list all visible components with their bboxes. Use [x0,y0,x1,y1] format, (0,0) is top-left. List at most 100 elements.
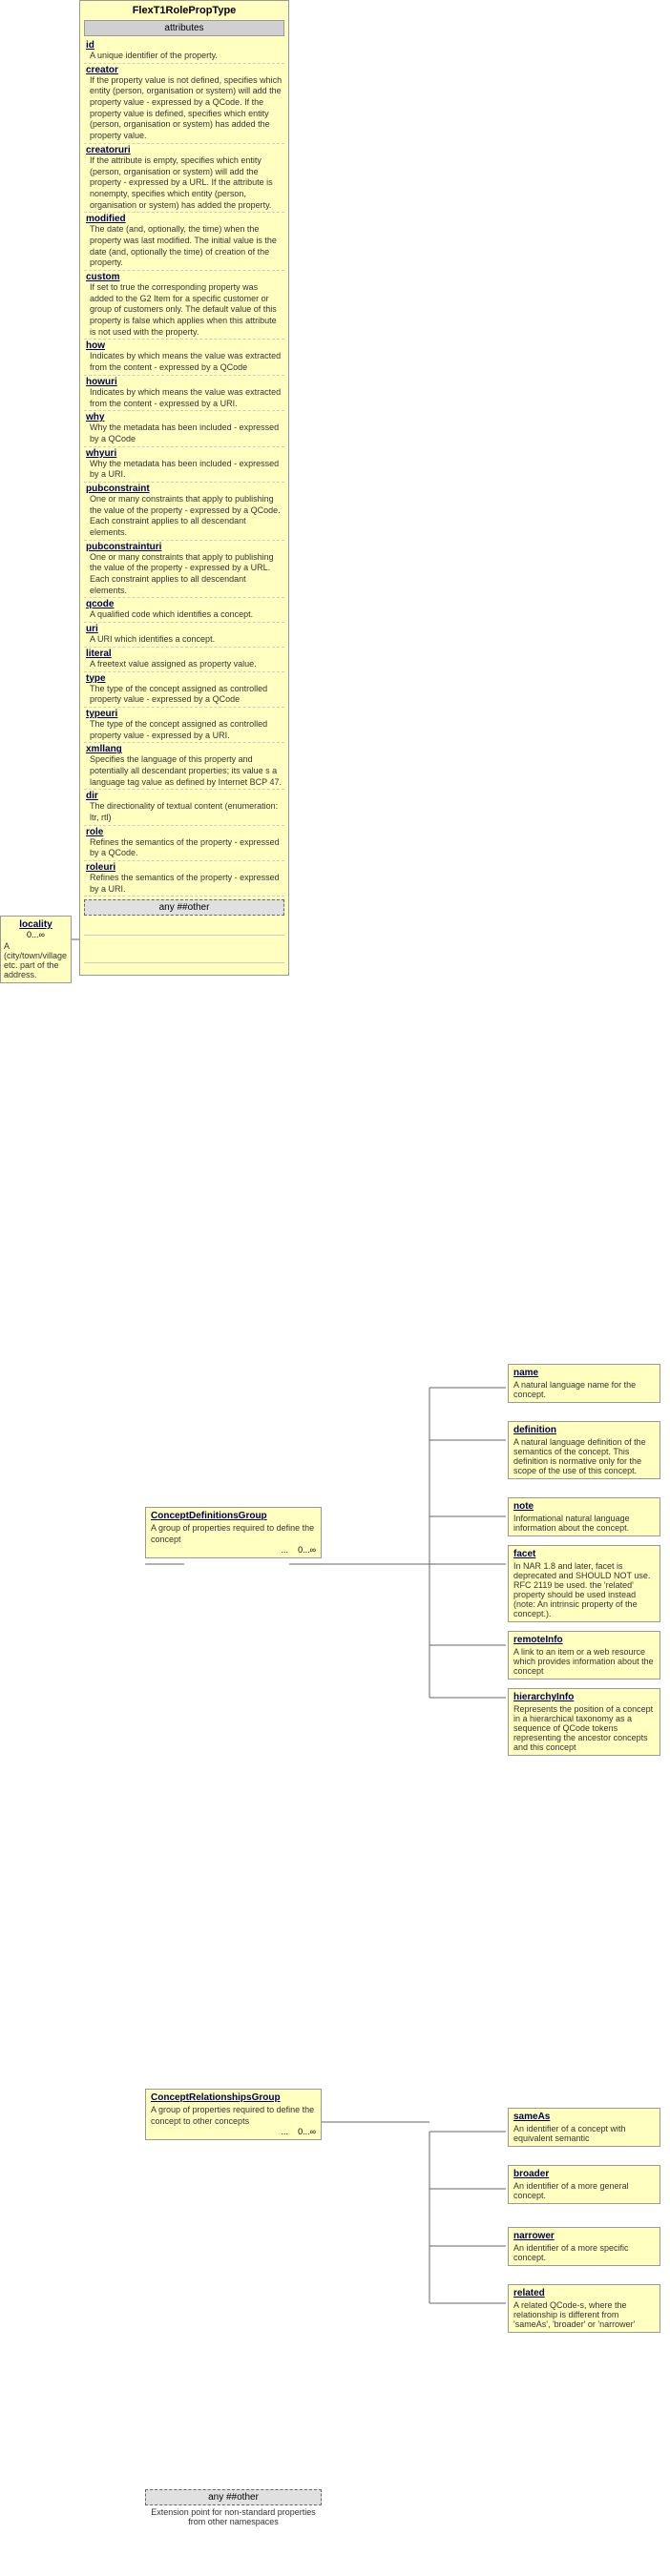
attr-literal-name: literal [86,649,112,659]
attr-dir: dir The directionality of textual conten… [84,790,284,825]
attr-modified: modified The date (and, optionally, the … [84,213,284,271]
concept-rel-group-box: ConceptRelationshipsGroup A group of pro… [145,2089,322,2140]
attr-why: why Why the metadata has been included -… [84,411,284,446]
sameas-box: sameAs An identifier of a concept with e… [508,2108,660,2147]
attr-id: id A unique identifier of the property. [84,39,284,64]
definition-desc: A natural language definition of the sem… [513,1437,655,1475]
attr-how-desc: Indicates by which means the value was e… [90,351,283,373]
attr-roleuri-desc: Refines the semantics of the property - … [90,873,283,895]
attr-modified-name: modified [86,214,126,224]
attr-pubconstrainturi-name: pubconstrainturi [86,542,161,552]
attr-howuri-desc: Indicates by which means the value was e… [90,387,283,409]
main-type-title: FlexT1RolePropType [84,5,284,16]
facet-desc: In NAR 1.8 and later, facet is deprecate… [513,1561,655,1618]
attr-roleuri-name: roleuri [86,862,115,873]
locality-desc: A (city/town/village etc. part of the ad… [4,941,68,979]
hierarchyinfo-box: hierarchyInfo Represents the position of… [508,1688,660,1756]
definition-box: definition A natural language definition… [508,1421,660,1479]
note-box: note Informational natural language info… [508,1497,660,1536]
attr-uri-name: uri [86,624,98,634]
attr-pubconstrainturi-desc: One or many constraints that apply to pu… [90,552,283,597]
attr-roleuri: roleuri Refines the semantics of the pro… [84,861,284,896]
attr-pubconstrainturi: pubconstrainturi One or many constraints… [84,541,284,599]
remoteinfo-title: remoteInfo [513,1635,655,1645]
any-other-bottom-label: any ##other [145,2489,322,2505]
concept-def-occ: ... 0...∞ [151,1545,316,1555]
attr-modified-desc: The date (and, optionally, the time) whe… [90,224,283,269]
attr-dir-desc: The directionality of textual content (e… [90,801,283,823]
sameas-title: sameAs [513,2112,655,2122]
attr-creator-name: creator [86,65,118,75]
locality-title: locality [4,919,68,930]
attr-qcode-name: qcode [86,599,114,609]
attributes-list: id A unique identifier of the property. … [84,39,284,896]
attr-type: type The type of the concept assigned as… [84,672,284,708]
attr-how-name: how [86,340,105,351]
attr-type-desc: The type of the concept assigned as cont… [90,684,283,706]
attr-uri: uri A URI which identifies a concept. [84,623,284,648]
any-other-bottom-desc: Extension point for non-standard propert… [145,2507,322,2526]
attr-custom-name: custom [86,272,120,282]
attr-whyuri-desc: Why the metadata has been included - exp… [90,459,283,481]
narrower-desc: An identifier of a more specific concept… [513,2243,655,2262]
attr-creatoruri: creatoruri If the attribute is empty, sp… [84,144,284,213]
attr-xmllang-desc: Specifies the language of this property … [90,754,283,788]
attr-pubconstraint-desc: One or many constraints that apply to pu… [90,494,283,539]
attr-how: how Indicates by which means the value w… [84,340,284,375]
remoteinfo-box: remoteInfo A link to an item or a web re… [508,1631,660,1680]
narrower-box: narrower An identifier of a more specifi… [508,2227,660,2266]
remoteinfo-desc: A link to an item or a web resource whic… [513,1647,655,1676]
concept-rel-occ: ... 0...∞ [151,2127,316,2136]
attr-whyuri: whyuri Why the metadata has been include… [84,447,284,483]
attr-type-name: type [86,673,106,684]
attr-role: role Refines the semantics of the proper… [84,826,284,861]
attributes-header[interactable]: attributes [84,20,284,36]
attr-dir-name: dir [86,791,98,801]
attr-qcode-desc: A qualified code which identifies a conc… [90,609,283,621]
related-desc: A related QCode-s, where the relationshi… [513,2300,655,2329]
concept-def-title: ConceptDefinitionsGroup [151,1511,316,1521]
attr-pubconstraint-name: pubconstraint [86,484,150,494]
facet-title: facet [513,1549,655,1559]
attr-why-name: why [86,412,104,422]
name-title: name [513,1368,655,1378]
attr-xmllang-name: xmllang [86,744,122,754]
attr-custom-desc: If set to true the corresponding propert… [90,282,283,338]
locality-box: locality 0...∞ A (city/town/village etc.… [0,916,72,983]
note-title: note [513,1501,655,1512]
concept-rel-title: ConceptRelationshipsGroup [151,2092,316,2103]
attr-qcode: qcode A qualified code which identifies … [84,598,284,623]
facet-box: facet In NAR 1.8 and later, facet is dep… [508,1545,660,1622]
broader-box: broader An identifier of a more general … [508,2165,660,2204]
sameas-desc: An identifier of a concept with equivale… [513,2124,655,2143]
attr-whyuri-name: whyuri [86,448,116,459]
attr-id-desc: A unique identifier of the property. [90,51,283,62]
attr-typeuri: typeuri The type of the concept assigned… [84,708,284,743]
narrower-title: narrower [513,2231,655,2241]
broader-desc: An identifier of a more general concept. [513,2181,655,2200]
attr-literal: literal A freetext value assigned as pro… [84,648,284,672]
concept-rel-desc: A group of properties required to define… [151,2105,316,2127]
locality-occurrence: 0...∞ [4,930,68,939]
related-box: related A related QCode-s, where the rel… [508,2284,660,2333]
attr-howuri: howuri Indicates by which means the valu… [84,376,284,411]
attr-creatoruri-desc: If the attribute is empty, specifies whi… [90,155,283,211]
hierarchyinfo-desc: Represents the position of a concept in … [513,1704,655,1752]
concept-def-group-box: ConceptDefinitionsGroup A group of prope… [145,1507,322,1558]
attr-pubconstraint: pubconstraint One or many constraints th… [84,483,284,541]
attr-creatoruri-name: creatoruri [86,145,131,155]
hierarchyinfo-title: hierarchyInfo [513,1692,655,1702]
broader-title: broader [513,2169,655,2179]
attr-typeuri-name: typeuri [86,709,117,719]
attr-typeuri-desc: The type of the concept assigned as cont… [90,719,283,741]
attr-why-desc: Why the metadata has been included - exp… [90,422,283,444]
any-other-label: any ##other [84,899,284,916]
attr-uri-desc: A URI which identifies a concept. [90,634,283,646]
diagram-container: FlexT1RolePropType attributes id A uniqu… [0,0,670,2576]
attr-role-name: role [86,827,103,837]
attr-creator-desc: If the property value is not defined, sp… [90,75,283,142]
attr-howuri-name: howuri [86,377,117,387]
name-desc: A natural language name for the concept. [513,1380,655,1399]
name-box: name A natural language name for the con… [508,1364,660,1403]
attr-creator: creator If the property value is not def… [84,64,284,144]
